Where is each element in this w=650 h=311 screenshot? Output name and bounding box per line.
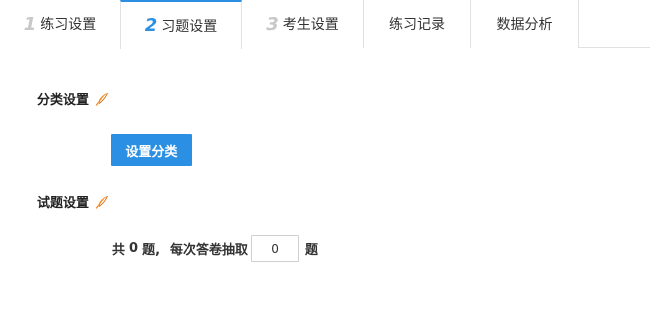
- draw-count-input[interactable]: [251, 235, 300, 262]
- draw-suffix: 题: [305, 243, 319, 258]
- tab-step-number: 1: [23, 13, 37, 35]
- tab-data-analysis[interactable]: 数据分析: [471, 0, 579, 48]
- tab-label: 练习记录: [389, 17, 445, 33]
- section-title-text: 试题设置: [37, 196, 90, 211]
- total-question-count: 0: [129, 241, 139, 256]
- exercise-settings-page: 1 练习设置 2 习题设置 3 考生设置 练习记录 数据分析 分类设置 设置分类: [0, 0, 650, 311]
- category-settings-title: 分类设置: [37, 89, 109, 108]
- draw-prefix: 每次答卷抽取: [170, 243, 249, 258]
- question-count-line: 共 0 题, 每次答卷抽取 题: [112, 235, 318, 262]
- tab-step-number: 3: [266, 13, 279, 35]
- tab-exercise-records[interactable]: 练习记录: [364, 0, 471, 48]
- tab-label: 习题设置: [161, 18, 218, 35]
- tab-exercise-settings[interactable]: 1 练习设置: [0, 0, 121, 48]
- tab-candidate-settings[interactable]: 3 考生设置: [242, 0, 364, 48]
- tab-label: 考生设置: [282, 17, 339, 33]
- set-category-button[interactable]: 设置分类: [111, 134, 192, 166]
- section-title-text: 分类设置: [37, 93, 90, 108]
- tab-step-number: 2: [144, 15, 158, 36]
- feather-pen-icon[interactable]: [95, 195, 109, 209]
- feather-pen-icon[interactable]: [95, 92, 109, 106]
- tab-question-settings[interactable]: 2 习题设置: [120, 0, 242, 49]
- tab-label: 数据分析: [496, 17, 553, 33]
- total-suffix: 题,: [142, 243, 161, 258]
- tab-bar: 1 练习设置 2 习题设置 3 考生设置 练习记录 数据分析: [0, 0, 650, 49]
- tab-label: 练习设置: [40, 17, 97, 33]
- question-settings-title: 试题设置: [37, 192, 109, 211]
- total-prefix: 共: [112, 243, 126, 258]
